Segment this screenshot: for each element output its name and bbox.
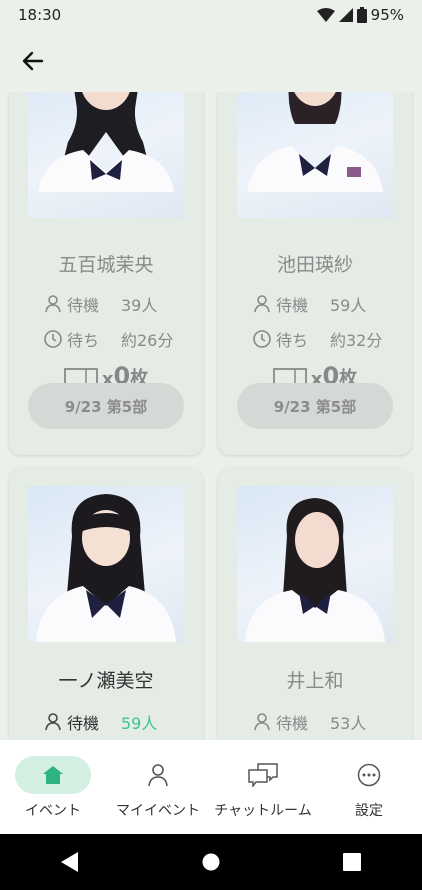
nav-icon-wrap xyxy=(225,756,301,794)
wait-count: 59人 xyxy=(330,296,367,315)
member-card[interactable]: 一ノ瀬美空 待機 59人 xyxy=(9,468,203,740)
bottom-navigation: イベント マイイベント チャットルーム 設定 xyxy=(0,740,422,834)
clock-icon xyxy=(44,330,62,348)
battery-icon xyxy=(356,7,367,23)
nav-label: マイイベント xyxy=(116,803,200,819)
home-icon xyxy=(43,766,63,784)
wait-label: 待機 xyxy=(276,296,309,315)
slot-button[interactable]: 9/23 第5部 xyxy=(28,383,184,429)
slot-button[interactable]: 9/23 第5部 xyxy=(237,383,393,429)
clock-icon xyxy=(253,330,271,348)
member-photo xyxy=(237,486,393,642)
status-time: 18:30 xyxy=(18,6,62,24)
member-grid[interactable]: 五百城茉央 待機 39人 待ち 約26分 x 0 枚 9/23 第5部 池田瑛紗… xyxy=(0,92,422,740)
nav-active-indicator xyxy=(15,756,91,794)
person-icon xyxy=(254,295,270,313)
wait-time-row: 待ち 約26分 xyxy=(43,327,173,351)
member-photo xyxy=(237,92,393,218)
wait-count-row: 待機 59人 xyxy=(43,710,157,734)
member-card[interactable]: 井上和 待機 53人 xyxy=(218,468,412,740)
member-name: 五百城茉央 xyxy=(58,254,154,276)
nav-icon-wrap xyxy=(120,756,196,794)
wait-label: 待機 xyxy=(67,296,100,315)
person-icon xyxy=(45,713,61,731)
arrow-left-icon xyxy=(22,51,44,71)
nav-item-my-events[interactable]: マイイベント xyxy=(106,740,210,834)
status-icons: 95% xyxy=(316,6,404,24)
person-icon xyxy=(45,295,61,313)
wait-count: 53人 xyxy=(330,714,367,733)
app-bar xyxy=(0,30,422,92)
wait-time: 約32分 xyxy=(330,331,383,350)
more-icon xyxy=(357,763,381,787)
nav-item-chat-room[interactable]: チャットルーム xyxy=(210,740,316,834)
member-photo xyxy=(28,486,184,642)
time-label: 待ち xyxy=(276,331,309,350)
back-triangle-icon[interactable] xyxy=(61,852,79,872)
status-bar: 18:30 95% xyxy=(0,0,422,30)
wait-count-row: 待機 39人 xyxy=(43,292,157,316)
member-photo xyxy=(28,92,184,218)
wait-label: 待機 xyxy=(67,714,100,733)
wait-count: 59人 xyxy=(121,714,158,733)
wait-count-row: 待機 53人 xyxy=(252,710,366,734)
wait-time-row: 待ち 約32分 xyxy=(252,327,382,351)
system-navigation-bar xyxy=(0,834,422,890)
member-name: 一ノ瀬美空 xyxy=(58,670,154,692)
member-card[interactable]: 五百城茉央 待機 39人 待ち 約26分 x 0 枚 9/23 第5部 xyxy=(9,92,203,455)
signal-icon xyxy=(338,8,353,22)
nav-label: 設定 xyxy=(355,803,383,819)
wait-count: 39人 xyxy=(121,296,158,315)
home-circle-icon[interactable] xyxy=(202,853,220,871)
nav-label: イベント xyxy=(25,803,81,819)
member-name: 池田瑛紗 xyxy=(276,254,353,276)
time-label: 待ち xyxy=(67,331,100,350)
nav-icon-wrap xyxy=(331,756,407,794)
person-icon xyxy=(254,713,270,731)
back-button[interactable] xyxy=(18,46,48,76)
nav-item-events[interactable]: イベント xyxy=(0,740,106,834)
chat-icon xyxy=(248,763,278,787)
nav-item-settings[interactable]: 設定 xyxy=(316,740,422,834)
member-name: 井上和 xyxy=(286,670,344,692)
member-card[interactable]: 池田瑛紗 待機 59人 待ち 約32分 x 0 枚 9/23 第5部 xyxy=(218,92,412,455)
wait-count-row: 待機 59人 xyxy=(252,292,366,316)
recents-square-icon[interactable] xyxy=(342,853,361,871)
wifi-icon xyxy=(316,8,335,22)
battery-level: 95% xyxy=(370,6,404,24)
wait-time: 約26分 xyxy=(121,331,174,350)
person-icon xyxy=(148,764,168,787)
wait-label: 待機 xyxy=(276,714,309,733)
nav-label: チャットルーム xyxy=(214,803,312,819)
